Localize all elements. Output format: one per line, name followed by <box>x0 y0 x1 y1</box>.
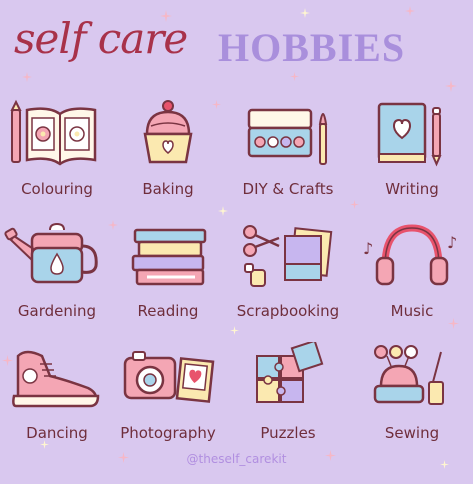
svg-text:♪: ♪ <box>447 233 457 252</box>
sneaker-icon <box>12 350 100 408</box>
hobbies-card: self care HOBBIES Colouring Baking DIY &… <box>0 0 473 484</box>
hobby-label: Baking <box>142 180 194 198</box>
sparkle-icon <box>230 326 239 335</box>
hobby-label: Writing <box>385 180 439 198</box>
sparkle-icon <box>350 200 359 209</box>
hobby-label: DIY & Crafts <box>242 180 334 198</box>
hobby-label: Photography <box>120 424 216 442</box>
hobby-label: Music <box>390 302 434 320</box>
hobby-label: Scrapbooking <box>236 302 340 320</box>
watering-can-icon <box>4 222 98 284</box>
sparkle-icon <box>445 80 457 92</box>
sparkle-icon <box>218 206 228 216</box>
page-title: self care HOBBIES <box>0 14 473 74</box>
svg-text:♪: ♪ <box>363 239 373 258</box>
pincushion-icon <box>373 345 444 405</box>
hobby-label: Reading <box>137 302 199 320</box>
social-handle: @theself_carekit <box>186 452 287 466</box>
cupcake-icon <box>143 100 193 164</box>
title-script: self care <box>14 14 188 63</box>
paint-palette-icon <box>247 108 328 165</box>
hobby-label: Puzzles <box>260 424 316 442</box>
puzzle-pieces-icon <box>256 342 324 403</box>
hobby-label: Sewing <box>384 424 440 442</box>
coloring-book-icon <box>10 99 97 166</box>
title-caps: HOBBIES <box>218 25 406 70</box>
scissors-paper-icon <box>243 225 333 287</box>
book-stack-icon <box>131 228 207 286</box>
camera-icon <box>123 351 215 403</box>
headphones-icon: ♪ ♪ <box>363 224 457 286</box>
notebook-pen-icon <box>377 102 442 167</box>
